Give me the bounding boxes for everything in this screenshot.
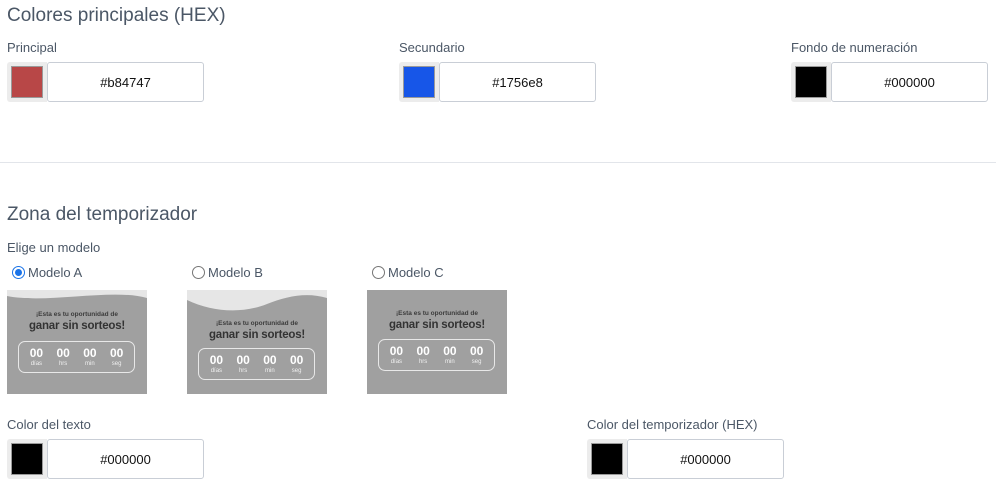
timer-color-label: Color del temporizador (HEX) (587, 417, 758, 432)
model-a-radio[interactable] (12, 266, 25, 279)
preview-a-minutes: 00 min (83, 347, 96, 367)
preview-b-timer: 00 días 00 hrs 00 min 00 seg (198, 348, 315, 380)
preview-b-seconds: 00 seg (290, 354, 303, 374)
preview-a-minutes-label: min (85, 361, 95, 367)
preview-b-line1: ¡Esta es tu oportunidad de (216, 320, 298, 327)
model-c-label[interactable]: Modelo C (388, 265, 444, 280)
preview-b-minutes-value: 00 (263, 353, 277, 367)
primary-color-label: Principal (7, 40, 57, 55)
model-a-option[interactable]: Modelo A (12, 265, 82, 280)
model-b-preview[interactable]: ¡Esta es tu oportunidad de ganar sin sor… (187, 290, 327, 394)
secondary-color-picker[interactable] (399, 62, 439, 102)
primary-color-swatch[interactable] (11, 66, 43, 98)
model-c-option[interactable]: Modelo C (372, 265, 444, 280)
model-b-option[interactable]: Modelo B (192, 265, 263, 280)
preview-c-days: 00 días (390, 345, 403, 365)
timer-color-group (587, 439, 784, 479)
text-color-group (7, 439, 204, 479)
model-c-radio[interactable] (372, 266, 385, 279)
preview-a-seconds-value: 00 (109, 346, 124, 360)
model-a-label[interactable]: Modelo A (28, 265, 82, 280)
timer-color-input[interactable] (627, 439, 784, 479)
preview-c-hours-value: 00 (416, 344, 430, 358)
preview-b-hours-value: 00 (236, 353, 250, 367)
preview-a-hours-label: hrs (58, 361, 68, 367)
preview-c-seconds-label: seg (471, 359, 482, 365)
preview-a-minutes-value: 00 (83, 346, 97, 360)
preview-a-timer: 00 días 00 hrs 00 min 00 seg (18, 341, 135, 373)
section-divider (0, 162, 996, 163)
preview-c-minutes-label: min (445, 359, 455, 365)
model-c-preview[interactable]: ¡Esta es tu oportunidad de ganar sin sor… (367, 290, 507, 394)
preview-b-minutes: 00 min (263, 354, 276, 374)
secondary-color-input[interactable] (439, 62, 596, 102)
preview-c-timer: 00 días 00 hrs 00 min 00 seg (378, 339, 495, 371)
preview-a-hours-value: 00 (56, 346, 70, 360)
secondary-color-swatch[interactable] (403, 66, 435, 98)
primary-color-input[interactable] (47, 62, 204, 102)
model-b-radio[interactable] (192, 266, 205, 279)
preview-c-hours-label: hrs (418, 359, 428, 365)
preview-c-seconds-value: 00 (469, 344, 484, 358)
preview-c-line1: ¡Esta es tu oportunidad de (396, 310, 478, 317)
text-color-input[interactable] (47, 439, 204, 479)
preview-a-days-label: días (30, 361, 43, 367)
timer-zone-title: Zona del temporizador (7, 204, 198, 225)
main-colors-title: Colores principales (HEX) (7, 5, 226, 26)
model-a-preview[interactable]: ¡Esta es tu oportunidad de ganar sin sor… (7, 290, 147, 394)
preview-c-days-value: 00 (389, 344, 404, 358)
primary-color-group (7, 62, 204, 102)
preview-a-line2: ganar sin sorteos! (28, 320, 126, 332)
preview-c-line2: ganar sin sorteos! (388, 319, 486, 331)
numbering-bg-color-label: Fondo de numeración (791, 40, 918, 55)
numbering-bg-color-group (791, 62, 988, 102)
text-color-label: Color del texto (7, 417, 91, 432)
timer-color-picker[interactable] (587, 439, 627, 479)
preview-b-days: 00 días (210, 354, 223, 374)
text-color-swatch[interactable] (11, 443, 43, 475)
preview-c-days-label: días (390, 359, 403, 365)
timer-color-swatch[interactable] (591, 443, 623, 475)
model-b-wave-decoration (187, 290, 327, 311)
preview-b-days-value: 00 (209, 353, 224, 367)
primary-color-picker[interactable] (7, 62, 47, 102)
preview-a-days-value: 00 (29, 346, 44, 360)
preview-a-seconds-label: seg (111, 361, 122, 367)
preview-b-hours-label: hrs (238, 368, 248, 374)
preview-c-minutes-value: 00 (443, 344, 457, 358)
secondary-color-group (399, 62, 596, 102)
preview-b-hours: 00 hrs (236, 354, 249, 374)
preview-b-line2: ganar sin sorteos! (208, 329, 306, 341)
preview-c-seconds: 00 seg (470, 345, 483, 365)
preview-b-seconds-label: seg (291, 368, 302, 374)
preview-b-seconds-value: 00 (289, 353, 304, 367)
preview-a-seconds: 00 seg (110, 347, 123, 367)
preview-b-minutes-label: min (265, 368, 275, 374)
preview-a-line1: ¡Esta es tu oportunidad de (36, 311, 118, 318)
text-color-picker[interactable] (7, 439, 47, 479)
model-b-label[interactable]: Modelo B (208, 265, 263, 280)
numbering-bg-color-picker[interactable] (791, 62, 831, 102)
preview-c-hours: 00 hrs (416, 345, 429, 365)
preview-a-days: 00 días (30, 347, 43, 367)
secondary-color-label: Secundario (399, 40, 465, 55)
preview-a-hours: 00 hrs (56, 347, 69, 367)
preview-b-days-label: días (210, 368, 223, 374)
preview-c-minutes: 00 min (443, 345, 456, 365)
model-prompt-label: Elige un modelo (7, 240, 101, 255)
numbering-bg-color-swatch[interactable] (795, 66, 827, 98)
numbering-bg-color-input[interactable] (831, 62, 988, 102)
